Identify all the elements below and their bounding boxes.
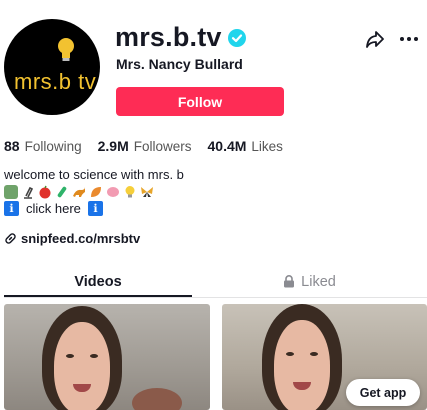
lock-icon (284, 275, 295, 288)
get-app-button[interactable]: Get app (346, 379, 420, 406)
profile-stats: 88 Following 2.9M Followers 40.4M Likes (4, 138, 299, 154)
following-label: Following (24, 139, 82, 154)
avatar-logo-text: mrs.b tv (14, 69, 97, 94)
bio-click-here-row: ℹ click here ℹ (4, 201, 103, 216)
lightbulb-icon (58, 38, 74, 61)
tab-videos-label: Videos (74, 273, 122, 290)
website-link-text: snipfeed.co/mrsbtv (21, 231, 141, 246)
link-icon (5, 233, 16, 244)
followers-label: Followers (133, 139, 192, 154)
active-tab-indicator (4, 295, 192, 297)
followers-count: 2.9M (97, 138, 129, 154)
follow-button[interactable]: Follow (116, 87, 284, 116)
thumbnail-eye (90, 354, 98, 358)
profile-website-link[interactable]: snipfeed.co/mrsbtv (4, 231, 140, 246)
likes-count: 40.4M (207, 138, 247, 154)
profile-avatar: mrs.b tv (4, 19, 100, 115)
thumbnail-eye (310, 352, 318, 356)
more-options-icon[interactable] (398, 29, 420, 49)
bio-text: welcome to science with mrs. b (4, 167, 184, 182)
microscope-icon (24, 186, 34, 199)
display-name: Mrs. Nancy Bullard (116, 56, 243, 72)
following-stat[interactable]: 88 Following (4, 138, 82, 154)
tab-videos[interactable]: Videos (4, 266, 192, 297)
click-here-text: click here (26, 201, 81, 216)
thumbnail-hand (132, 388, 182, 410)
likes-stat: 40.4M Likes (208, 138, 283, 154)
apple-icon (39, 185, 51, 198)
username: mrs.b.tv (115, 22, 222, 52)
bio-emoji-row (4, 183, 154, 200)
leaf-icon (91, 186, 101, 197)
thumbnail-face (274, 320, 330, 410)
test-tube-icon (57, 186, 67, 197)
butterfly-icon (141, 186, 153, 197)
brain-icon (107, 186, 119, 197)
scientist-icon (4, 184, 18, 199)
verified-badge-icon (227, 28, 246, 47)
video-thumbnail[interactable] (4, 304, 210, 410)
username-row: mrs.b.tv (115, 22, 246, 53)
thumbnail-face (54, 322, 110, 410)
thumbnail-eye (66, 354, 74, 358)
following-count: 88 (4, 138, 20, 154)
tab-liked-label: Liked (301, 273, 336, 290)
followers-stat[interactable]: 2.9M Followers (98, 138, 192, 154)
lightbulb-small-icon (125, 185, 135, 197)
tab-liked[interactable]: Liked (192, 266, 427, 297)
info-icon: ℹ (4, 201, 19, 216)
share-icon[interactable] (365, 29, 385, 49)
info-icon: ℹ (87, 201, 103, 216)
dinosaur-icon (73, 186, 85, 197)
profile-tabs: Videos Liked (4, 266, 427, 298)
likes-label: Likes (251, 139, 283, 154)
thumbnail-eye (286, 352, 294, 356)
